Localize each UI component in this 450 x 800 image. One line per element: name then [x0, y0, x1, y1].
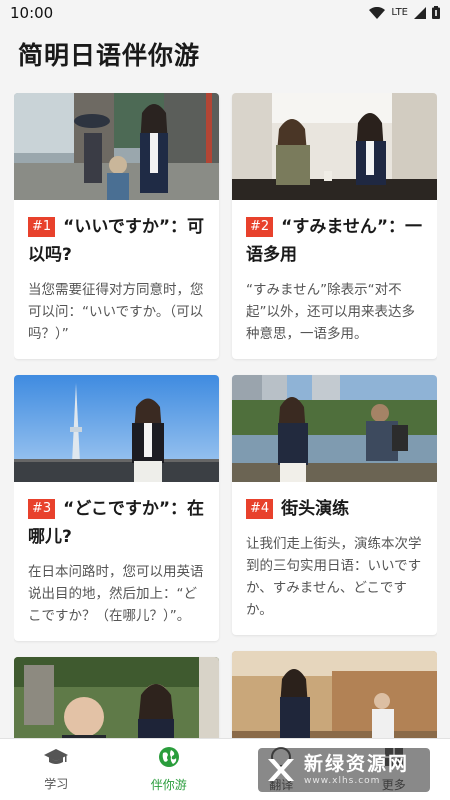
grid-column-right: #2 “すみません”：一语多用 “すみません”除表示“对不起”以外，还可以用来表达…: [232, 93, 437, 738]
lesson-4-description: 让我们走上街头，演练本次学到的三句实用日语：いいですか、すみません、どこですか。: [246, 536, 422, 618]
lesson-5-thumbnail: [14, 657, 219, 738]
lesson-2-description: “すみません”除表示“对不起”以外，还可以用来表达多种意思，一语多用。: [246, 282, 415, 342]
network-type-label: LTE: [391, 7, 408, 18]
nav-item-study[interactable]: 学习: [0, 739, 113, 800]
watermark-text: 新绿资源网 www.xlhs.com: [304, 753, 409, 787]
wifi-icon: [369, 4, 386, 23]
lesson-card-5[interactable]: [14, 657, 219, 738]
lesson-1-thumbnail: [14, 93, 219, 200]
nav-item-travel[interactable]: 伴你游: [113, 739, 226, 800]
globe-icon: [158, 746, 180, 772]
page-title: 简明日语伴你游: [18, 41, 201, 70]
lesson-2-thumbnail: [232, 93, 437, 200]
status-icons: LTE: [369, 4, 440, 23]
signal-icon: [414, 4, 426, 23]
battery-icon: [432, 4, 440, 23]
lesson-card-2[interactable]: #2 “すみません”：一语多用 “すみません”除表示“对不起”以外，还可以用来表达…: [232, 93, 437, 359]
site-watermark: 新绿资源网 www.xlhs.com: [258, 748, 430, 792]
graduation-cap-icon: [44, 747, 69, 771]
grid-column-left: #1 “いいですか”：可以吗? 当您需要征得对方同意时，您可以问：“いいですか。（…: [14, 93, 219, 738]
lesson-3-description: 在日本问路时，您可以用英语说出目的地，然后加上：“どこですか？（在哪儿？）”。: [28, 564, 204, 624]
lesson-3-number-badge: #3: [28, 499, 56, 519]
lesson-2-title: #2 “すみません”：一语多用: [246, 213, 423, 269]
status-bar: 10:00 LTE: [0, 0, 450, 26]
lesson-card-3[interactable]: #3 “どこですか”：在哪儿? 在日本问路时，您可以用英语说出目的地，然后加上：“…: [14, 375, 219, 641]
watermark-logo-icon: [264, 753, 298, 787]
status-time: 10:00: [10, 4, 54, 22]
nav-label-study: 学习: [44, 777, 69, 791]
lesson-4-number-badge: #4: [246, 499, 274, 519]
lesson-4-thumbnail: [232, 375, 437, 482]
lesson-1-description: 当您需要征得对方同意时，您可以问：“いいですか。（可以吗？）”: [28, 282, 204, 342]
watermark-url: www.xlhs.com: [304, 776, 381, 786]
lesson-3-thumbnail: [14, 375, 219, 482]
lesson-6-thumbnail: [232, 651, 437, 738]
lesson-2-number-badge: #2: [246, 217, 274, 237]
nav-label-travel: 伴你游: [150, 778, 187, 792]
lesson-4-title-text: 街头演练: [281, 499, 350, 519]
lesson-3-title: #3 “どこですか”：在哪儿?: [28, 495, 205, 551]
lesson-1-title: #1 “いいですか”：可以吗?: [28, 213, 205, 269]
lesson-card-6[interactable]: [232, 651, 437, 738]
lesson-1-number-badge: #1: [28, 217, 56, 237]
lesson-4-title: #4 街头演练: [246, 495, 423, 523]
lesson-grid: #1 “いいですか”：可以吗? 当您需要征得对方同意时，您可以问：“いいですか。（…: [14, 93, 437, 738]
lesson-card-1[interactable]: #1 “いいですか”：可以吗? 当您需要征得对方同意时，您可以问：“いいですか。（…: [14, 93, 219, 359]
watermark-main-text: 新绿资源网: [304, 753, 410, 775]
lesson-card-4[interactable]: #4 街头演练 让我们走上街头，演练本次学到的三句实用日语：いいですか、すみません…: [232, 375, 437, 635]
